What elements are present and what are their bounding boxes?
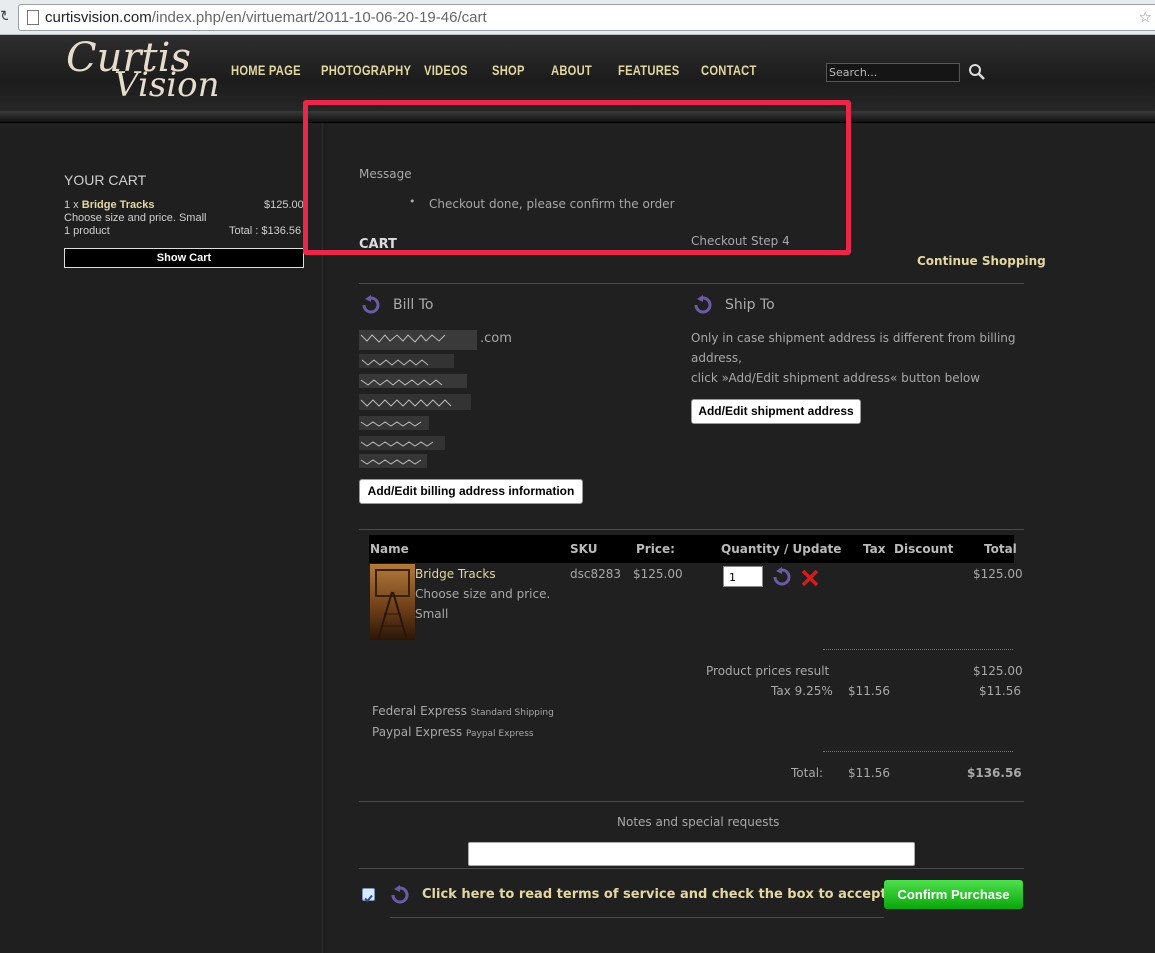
tax-label: Tax 9.25% — [771, 684, 833, 698]
payment-name: Paypal Express — [372, 725, 463, 739]
divider — [390, 917, 884, 918]
nav-home-page[interactable]: HOME PAGE — [231, 62, 301, 78]
address-field[interactable]: curtisvision.com/index.php/en/virtuemart… — [18, 4, 1155, 31]
remove-item-icon[interactable] — [801, 569, 819, 587]
search-input[interactable]: Search... — [826, 63, 960, 82]
notes-textarea[interactable] — [468, 842, 915, 866]
col-tax: Tax — [863, 542, 886, 556]
divider — [359, 868, 1024, 869]
tax-total: $11.56 — [979, 684, 1021, 698]
logo-line2: Vision — [114, 65, 220, 105]
continue-shopping-link[interactable]: Continue Shopping — [917, 254, 1046, 268]
payment-desc: Paypal Express — [465, 729, 534, 739]
dotted-divider — [823, 649, 1013, 650]
product-name-link[interactable]: Bridge Tracks — [415, 567, 496, 581]
col-quantity: Quantity / Update — [721, 542, 842, 556]
edit-shipment-address-button[interactable]: Add/Edit shipment address — [691, 399, 861, 424]
terms-icon[interactable] — [390, 885, 410, 905]
col-name: Name — [370, 542, 409, 556]
url-text: curtisvision.com/index.php/en/virtuemart… — [45, 9, 487, 26]
bill-to-edit-icon[interactable] — [361, 295, 381, 315]
reload-icon[interactable]: ↻ — [0, 7, 8, 25]
product-thumbnail[interactable] — [370, 564, 415, 641]
bridge-tracks-image — [375, 569, 410, 641]
bill-email-suffix: .com — [480, 331, 512, 346]
product-price: $125.00 — [633, 567, 683, 581]
nav-photography[interactable]: PHOTOGRAPHY — [321, 62, 411, 78]
product-desc-line1: Choose size and price. — [415, 587, 551, 601]
cart-module-title: YOUR CART — [64, 172, 147, 188]
total-value: $136.56 — [967, 766, 1022, 780]
mini-cart-item-name[interactable]: Bridge Tracks — [82, 199, 155, 211]
total-tax: $11.56 — [848, 766, 890, 780]
nav-videos[interactable]: VIDEOS — [424, 62, 468, 78]
shipping-name: Federal Express — [372, 704, 467, 718]
terms-link[interactable]: Click here to read terms of service and … — [422, 887, 934, 902]
bookmark-star-icon[interactable]: ☆ — [1139, 8, 1152, 26]
product-total: $125.00 — [973, 567, 1023, 581]
search-icon[interactable] — [968, 63, 986, 81]
col-price: Price: — [636, 542, 675, 556]
mini-cart-item-desc: Choose size and price. Small — [64, 212, 207, 224]
mini-cart-total: Total : $136.56 — [229, 225, 302, 237]
nav-about[interactable]: ABOUT — [551, 62, 592, 78]
redacted-address — [359, 330, 477, 468]
browser-url-bar: ↻ curtisvision.com/index.php/en/virtuema… — [0, 0, 1155, 35]
highlight-annotation — [303, 100, 851, 255]
url-path: /index.php/en/virtuemart/2011-10-06-20-1… — [151, 9, 487, 26]
dotted-divider — [823, 751, 1013, 752]
divider — [359, 529, 1024, 530]
ship-to-title: Ship To — [725, 297, 775, 313]
mini-cart-product-count: 1 product — [64, 225, 110, 237]
col-total: Total — [984, 542, 1017, 556]
ship-to-note-line1: Only in case shipment address is differe… — [691, 331, 1016, 345]
url-domain: curtisvision.com — [45, 9, 152, 26]
notes-label: Notes and special requests — [617, 815, 780, 829]
divider — [359, 283, 1024, 284]
col-sku: SKU — [570, 542, 598, 556]
ship-to-note-line2: address, — [691, 351, 742, 365]
page-icon — [27, 10, 39, 25]
col-discount: Discount — [894, 542, 954, 556]
product-desc-line2: Small — [415, 607, 449, 621]
nav-contact[interactable]: CONTACT — [701, 62, 757, 78]
bill-to-title: Bill To — [393, 297, 434, 313]
mini-cart-qty: 1 x — [64, 199, 79, 211]
total-label: Total: — [791, 766, 824, 780]
confirm-purchase-button[interactable]: Confirm Purchase — [884, 880, 1023, 909]
terms-checkbox[interactable] — [362, 888, 375, 903]
product-prices-label: Product prices result — [706, 664, 830, 678]
site-logo[interactable]: Curtis Vision — [66, 35, 220, 111]
mini-cart-item-price: $125.00 — [264, 199, 304, 211]
show-cart-button[interactable]: Show Cart — [64, 248, 304, 268]
shipping-desc: Standard Shipping — [470, 708, 554, 718]
divider — [359, 801, 1024, 802]
checkmark-icon — [364, 894, 373, 903]
shipping-method: Federal Express Standard Shipping — [372, 704, 554, 718]
product-prices-value: $125.00 — [973, 664, 1023, 678]
nav-features[interactable]: FEATURES — [618, 62, 679, 78]
ship-to-note-line3: click »Add/Edit shipment address« button… — [691, 371, 981, 385]
payment-method: Paypal Express Paypal Express — [372, 725, 534, 739]
tax-amount: $11.56 — [848, 684, 890, 698]
update-quantity-icon[interactable] — [772, 567, 792, 587]
edit-billing-address-button[interactable]: Add/Edit billing address information — [359, 479, 583, 504]
ship-to-edit-icon[interactable] — [693, 295, 713, 315]
product-sku: dsc8283 — [570, 567, 622, 581]
nav-shop[interactable]: SHOP — [492, 62, 525, 78]
mini-cart-item[interactable]: 1 x Bridge Tracks — [64, 199, 155, 211]
quantity-input[interactable]: 1 — [723, 566, 763, 587]
